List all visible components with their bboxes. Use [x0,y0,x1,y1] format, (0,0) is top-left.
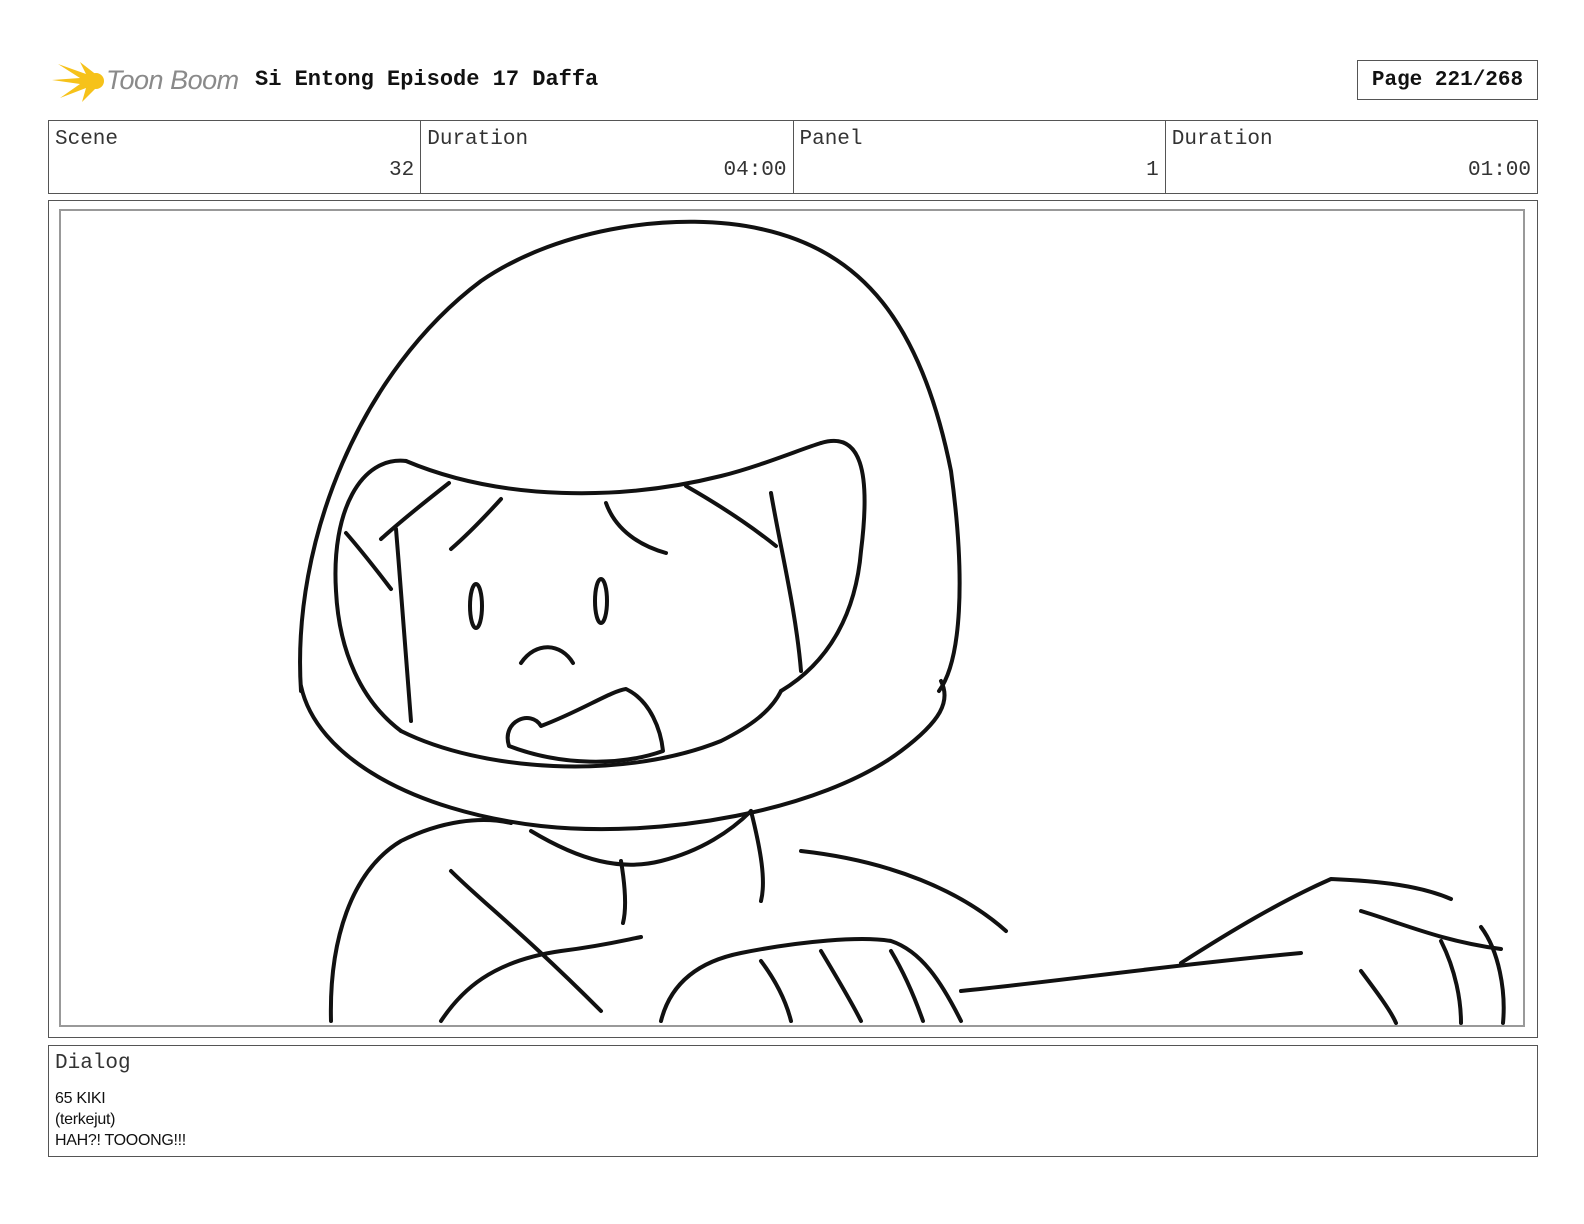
helmet-visor-top [404,441,823,496]
scene-duration-value: 04:00 [723,159,787,182]
hair-strand [344,531,393,591]
hair-strand [449,497,503,551]
hand-right-fingers [1359,909,1503,951]
torso-line [449,869,603,1013]
toon-boom-logo: Toon Boom [50,56,240,106]
finger-line [1359,969,1398,1025]
helmet-visor-left [333,458,408,733]
storyboard-panel [59,209,1525,1027]
scene-value: 32 [389,159,415,182]
finger-line [819,949,863,1023]
finger-line [759,959,793,1023]
arm-center [439,935,643,1023]
hair-strand [684,484,778,548]
scene-info-row: Scene 32 Duration 04:00 Panel 1 Duration… [48,120,1538,194]
dialog-line: (terkejut) [55,1111,116,1128]
dialog-text: 65 KIKI (terkejut) HAH?! TOOONG!!! [55,1088,186,1151]
shoulder-right [799,849,1008,933]
panel-duration-value: 01:00 [1467,159,1531,182]
nose [519,645,575,665]
document-title: Si Entong Episode 17 Daffa [255,67,599,92]
panel-duration-label: Duration [1171,128,1273,151]
left-eye [468,582,484,630]
storyboard-panel-frame [48,200,1538,1038]
collar-left [619,859,628,925]
panel-label: Panel [799,128,863,151]
right-eye [593,577,609,625]
scene-duration-label: Duration [427,128,529,151]
finger-line [889,949,925,1023]
scene-cell: Scene 32 [49,121,422,193]
hand-right [1179,877,1453,965]
open-mouth [505,687,665,764]
helmet-rim [299,679,947,832]
panel-value: 1 [1146,159,1159,182]
helmet-visor-right [779,439,867,693]
helmet-outline [298,219,962,693]
logo-text: Toon Boom [106,65,239,95]
hair-strand [769,491,803,673]
panel-duration-cell: Duration 01:00 [1166,121,1537,193]
dialog-line: 65 KIKI [55,1090,106,1107]
hair-strand [379,481,451,541]
dialog-label: Dialog [55,1052,131,1075]
arm-right [959,951,1303,993]
dialog-line: HAH?! TOOONG!!! [55,1132,186,1149]
finger-line [1439,939,1463,1025]
hair-strand [394,527,413,723]
scene-duration-cell: Duration 04:00 [421,121,794,193]
hand-center [659,937,963,1023]
panel-cell: Panel 1 [794,121,1166,193]
page-header: Toon Boom Si Entong Episode 17 Daffa Pag… [50,56,1538,106]
collar-right [749,809,765,903]
finger-line [1479,925,1506,1025]
dialog-box: Dialog 65 KIKI (terkejut) HAH?! TOOONG!!… [48,1045,1538,1157]
page-number: Page 221/268 [1357,60,1538,100]
shoulder-left [328,818,513,1023]
scene-label: Scene [55,128,119,151]
sketch-helmet-character [298,219,1506,1025]
star-burst-icon [52,62,104,102]
hair-strand [604,501,668,555]
